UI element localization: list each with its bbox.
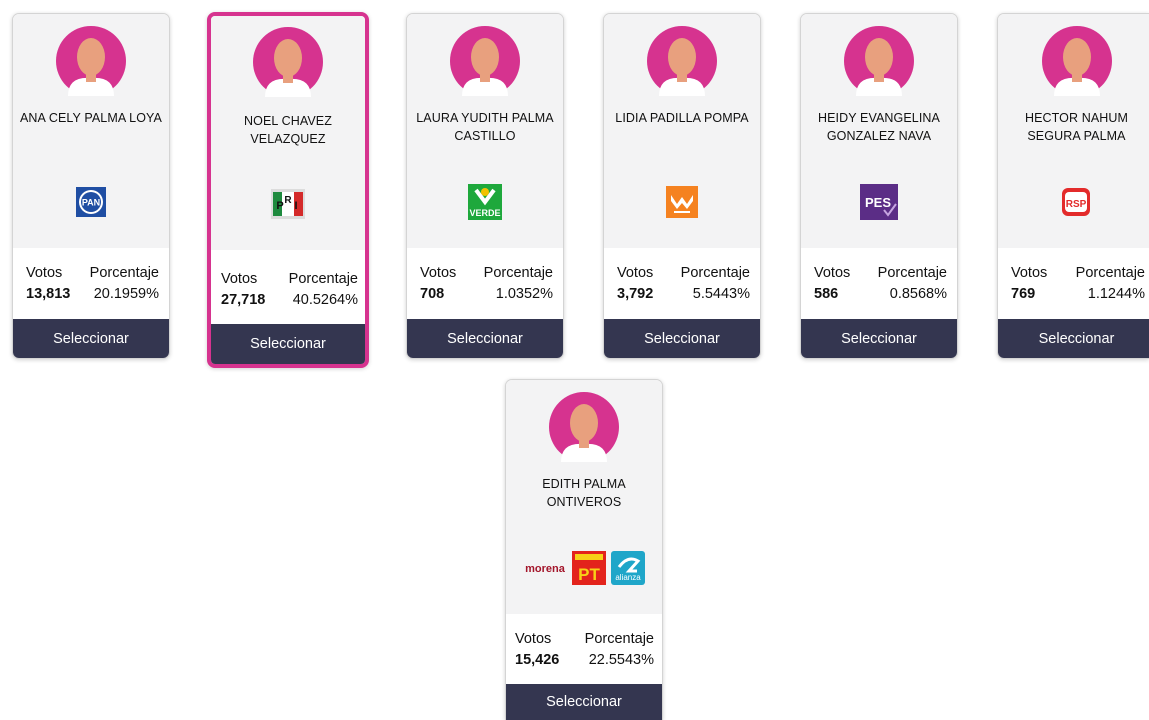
percentage-value: 20.1959%	[93, 286, 159, 302]
stats: Votos Porcentaje 3,792 5.5443%	[604, 248, 760, 320]
votes-label: Votos	[617, 265, 654, 281]
percentage-label: Porcentaje	[483, 265, 553, 281]
party-logos: PAN	[13, 184, 169, 220]
votes-label: Votos	[1011, 265, 1048, 281]
candidate-name: EDITH PALMA ONTIVEROS	[542, 477, 626, 509]
votes-value: 769	[1011, 286, 1036, 302]
percentage-value: 5.5443%	[692, 286, 750, 302]
select-button[interactable]: Seleccionar	[407, 319, 563, 358]
nueva-alianza-logo: alianza	[611, 551, 645, 585]
card-header: EDITH PALMA ONTIVEROS morena PT alianza	[506, 380, 662, 614]
votes-value: 3,792	[617, 286, 654, 302]
stats: Votos Porcentaje 27,718 40.5264%	[211, 250, 365, 322]
stats: Votos Porcentaje 15,426 22.5543%	[506, 614, 662, 686]
movimiento-ciudadano-logo	[666, 186, 698, 218]
party-logos: morena PT alianza	[506, 550, 662, 586]
party-logos: RSP	[998, 184, 1149, 220]
percentage-label: Porcentaje	[288, 271, 358, 287]
percentage-value: 1.0352%	[495, 286, 553, 302]
card-header: HEIDY EVANGELINA GONZALEZ NAVA PES	[801, 14, 957, 248]
avatar-icon	[1041, 26, 1112, 96]
percentage-value: 0.8568%	[889, 286, 947, 302]
rsp-logo: RSP	[1061, 188, 1090, 216]
percentage-value: 1.1244%	[1087, 286, 1145, 302]
avatar-icon	[253, 27, 323, 97]
stats: Votos Porcentaje 586 0.8568%	[801, 248, 957, 320]
candidate-name: HECTOR NAHUM SEGURA PALMA	[1024, 111, 1129, 143]
votes-value: 27,718	[221, 292, 266, 308]
votes-value: 13,813	[26, 286, 71, 302]
svg-text:R: R	[284, 195, 292, 206]
candidate-name: LIDIA PADILLA POMPA	[615, 111, 749, 125]
candidate-card: LAURA YUDITH PALMA CASTILLO VERDE Votos …	[406, 13, 564, 359]
select-button[interactable]: Seleccionar	[211, 324, 365, 364]
select-button[interactable]: Seleccionar	[506, 684, 662, 720]
party-logos: VERDE	[407, 184, 563, 220]
candidate-card-selected: NOEL CHAVEZ VELAZQUEZ P R I Votos Porcen…	[207, 12, 369, 368]
votes-label: Votos	[26, 265, 63, 281]
avatar-icon	[56, 26, 126, 96]
avatar-icon	[450, 26, 520, 96]
select-button[interactable]: Seleccionar	[604, 319, 760, 358]
stats: Votos Porcentaje 769 1.1244%	[998, 248, 1149, 320]
card-header: HECTOR NAHUM SEGURA PALMA RSP	[998, 14, 1149, 248]
percentage-label: Porcentaje	[584, 631, 654, 647]
votes-value: 708	[420, 286, 445, 302]
candidate-name: NOEL CHAVEZ VELAZQUEZ	[244, 114, 332, 146]
candidate-name: LAURA YUDITH PALMA CASTILLO	[416, 111, 554, 143]
party-logos	[604, 184, 760, 220]
svg-text:P: P	[276, 200, 283, 212]
stats: Votos Porcentaje 708 1.0352%	[407, 248, 563, 320]
votes-label: Votos	[814, 265, 851, 281]
svg-text:I: I	[294, 200, 297, 212]
candidate-card: LIDIA PADILLA POMPA Votos Porcentaje 3,7…	[603, 13, 761, 359]
select-button[interactable]: Seleccionar	[13, 319, 169, 358]
card-header: LIDIA PADILLA POMPA	[604, 14, 760, 248]
votes-value: 15,426	[515, 652, 560, 668]
percentage-value: 40.5264%	[292, 292, 358, 308]
votes-label: Votos	[515, 631, 552, 647]
candidate-card: HECTOR NAHUM SEGURA PALMA RSP Votos Porc…	[997, 13, 1149, 359]
party-logos: PES	[801, 184, 957, 220]
percentage-value: 22.5543%	[588, 652, 654, 668]
select-button[interactable]: Seleccionar	[998, 319, 1149, 358]
svg-text:RSP: RSP	[1065, 199, 1086, 210]
votes-value: 586	[814, 286, 839, 302]
svg-text:PT: PT	[578, 565, 600, 584]
pes-logo: PES	[860, 184, 898, 220]
avatar-icon	[844, 26, 914, 96]
avatar-icon	[549, 392, 619, 462]
svg-text:PAN: PAN	[82, 198, 100, 208]
candidate-name: ANA CELY PALMA LOYA	[19, 111, 162, 125]
pt-logo: PT	[572, 551, 606, 585]
card-header: NOEL CHAVEZ VELAZQUEZ P R I	[211, 16, 365, 250]
card-header: ANA CELY PALMA LOYA PAN	[13, 14, 169, 248]
percentage-label: Porcentaje	[89, 265, 159, 281]
percentage-label: Porcentaje	[877, 265, 947, 281]
svg-text:alianza: alianza	[615, 573, 641, 582]
svg-text:VERDE: VERDE	[469, 208, 500, 218]
pan-logo: PAN	[76, 187, 106, 217]
percentage-label: Porcentaje	[1075, 265, 1145, 281]
percentage-label: Porcentaje	[680, 265, 750, 281]
pri-logo: P R I	[271, 189, 305, 219]
select-button[interactable]: Seleccionar	[801, 319, 957, 358]
svg-text:morena: morena	[525, 563, 566, 575]
votes-label: Votos	[420, 265, 457, 281]
card-header: LAURA YUDITH PALMA CASTILLO VERDE	[407, 14, 563, 248]
candidate-name: HEIDY EVANGELINA GONZALEZ NAVA	[817, 111, 940, 143]
candidate-card: ANA CELY PALMA LOYA PAN Votos Porcentaje…	[12, 13, 170, 359]
avatar-icon	[647, 26, 717, 96]
votes-label: Votos	[221, 271, 258, 287]
verde-logo: VERDE	[468, 184, 502, 220]
stats: Votos Porcentaje 13,813 20.1959%	[13, 248, 169, 320]
svg-text:PES: PES	[865, 195, 891, 210]
morena-logo: morena	[525, 563, 566, 575]
candidate-card: HEIDY EVANGELINA GONZALEZ NAVA PES Votos…	[800, 13, 958, 359]
candidate-card: EDITH PALMA ONTIVEROS morena PT alianza …	[505, 379, 663, 720]
party-logos: P R I	[211, 186, 365, 222]
